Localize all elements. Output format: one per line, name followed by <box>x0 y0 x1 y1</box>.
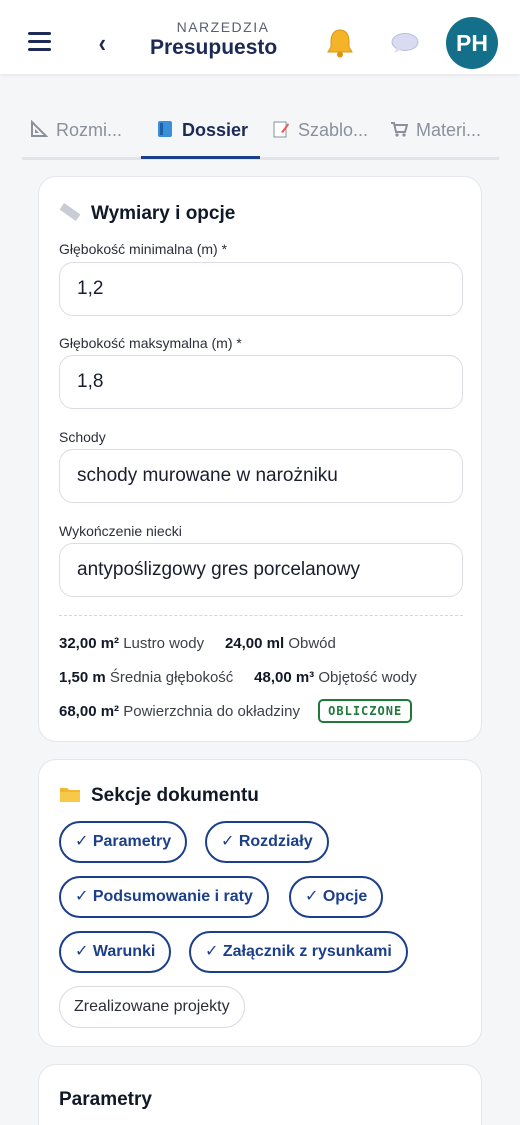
folder-icon <box>60 788 80 802</box>
parameters-card: Parametry <box>38 1064 482 1125</box>
chip-opcje[interactable]: ✓ Opcje <box>289 876 384 918</box>
tab-dossier[interactable]: Dossier <box>156 120 248 158</box>
tab-bar: Rozmi... Dossier Szablo... Materi... <box>22 114 499 160</box>
cladding-area-label: Powierzchnia do okładziny <box>123 703 300 720</box>
stats-row-3: 68,00 m² Powierzchnia do okładziny OBLIC… <box>59 699 413 723</box>
tab-materialy[interactable]: Materi... <box>390 120 481 158</box>
page-title: Presupuesto <box>150 36 278 59</box>
dimensions-card: Wymiary i opcje Głębokość minimalna (m) … <box>38 176 482 742</box>
memo-icon <box>273 121 289 138</box>
stats-row-1: 32,00 m² Lustro wody 24,00 ml Obwód <box>59 635 336 652</box>
water-surface-value: 32,00 m² <box>59 635 120 652</box>
menu-icon[interactable] <box>28 32 51 52</box>
dimensions-title: Wymiary i opcje <box>59 202 235 225</box>
tab-label: Szablo... <box>298 120 369 140</box>
status-badge: OBLICZONE <box>318 699 413 723</box>
tab-label: Materi... <box>416 120 482 140</box>
active-tab-indicator <box>141 156 260 159</box>
stats-row-2: 1,50 m Średnia głębokość 48,00 m³ Objęto… <box>59 669 417 686</box>
water-volume-label: Objętość wody <box>318 669 417 686</box>
avg-depth-value: 1,50 m <box>59 669 106 686</box>
tab-label: Rozmi... <box>56 120 123 140</box>
ruler-icon <box>59 203 81 221</box>
max-depth-label: Głębokość maksymalna (m) * <box>59 335 242 351</box>
bell-icon[interactable] <box>326 28 354 58</box>
perimeter-label: Obwód <box>288 635 336 652</box>
chip-zrealizowane[interactable]: Zrealizowane projekty <box>59 986 245 1028</box>
min-depth-input[interactable]: 1,2 <box>59 262 463 316</box>
cart-icon <box>391 122 408 137</box>
water-surface-label: Lustro wody <box>123 635 205 652</box>
chip-warunki[interactable]: ✓ Warunki <box>59 931 172 973</box>
finish-label: Wykończenie niecki <box>59 523 182 539</box>
tab-szablony[interactable]: Szablo... <box>272 120 368 158</box>
breadcrumb: NARZEDZIA <box>176 19 270 35</box>
max-depth-input[interactable]: 1,8 <box>59 355 463 409</box>
chip-zalacznik[interactable]: ✓ Załącznik z rysunkami <box>189 931 408 973</box>
stairs-label: Schody <box>59 429 106 445</box>
stairs-input[interactable]: schody murowane w narożniku <box>59 449 463 503</box>
chip-parametry[interactable]: ✓ Parametry <box>59 821 188 863</box>
sections-card: Sekcje dokumentu ✓ Parametry ✓ Rozdziały… <box>38 759 482 1047</box>
min-depth-label: Głębokość minimalna (m) * <box>59 241 228 257</box>
cladding-area-value: 68,00 m² <box>59 703 120 720</box>
top-bar: ‹ NARZEDZIA Presupuesto PH <box>0 0 520 74</box>
avg-depth-label: Średnia głębokość <box>109 669 234 686</box>
sections-title: Sekcje dokumentu <box>59 784 259 807</box>
back-chevron-icon[interactable]: ‹ <box>99 30 106 56</box>
perimeter-value: 24,00 ml <box>224 635 285 652</box>
ruler-icon <box>31 120 48 137</box>
book-icon <box>158 121 172 137</box>
divider <box>59 615 463 616</box>
avatar[interactable]: PH <box>446 17 498 69</box>
parameters-title: Parametry <box>59 1089 152 1110</box>
tab-rozmiary[interactable]: Rozmi... <box>30 120 122 158</box>
chip-rozdzialy[interactable]: ✓ Rozdziały <box>205 821 329 863</box>
tab-label: Dossier <box>182 120 249 140</box>
chip-podsumowanie[interactable]: ✓ Podsumowanie i raty <box>59 876 269 918</box>
chat-bubble-icon[interactable] <box>391 32 419 54</box>
water-volume-value: 48,00 m³ <box>254 669 315 686</box>
finish-input[interactable]: antypoślizgowy gres porcelanowy <box>59 543 463 597</box>
